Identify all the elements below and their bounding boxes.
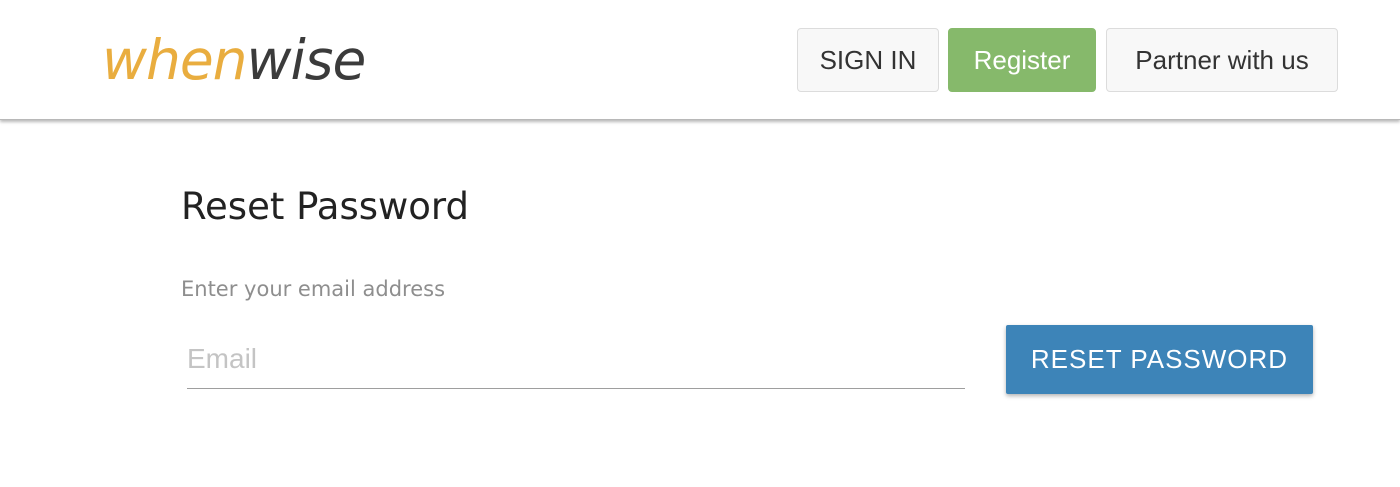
email-input[interactable] [187, 330, 965, 389]
top-navbar: whenwise SIGN IN Register Partner with u… [0, 0, 1400, 120]
logo-when-text: when [102, 28, 248, 92]
register-button[interactable]: Register [948, 28, 1096, 92]
page-title: Reset Password [181, 185, 469, 228]
reset-password-button[interactable]: RESET PASSWORD [1006, 325, 1313, 394]
whenwise-logo[interactable]: whenwise [102, 28, 367, 92]
sign-in-button[interactable]: SIGN IN [797, 28, 939, 92]
logo-wise-text: wise [246, 28, 367, 92]
email-field-label: Enter your email address [181, 277, 446, 301]
partner-with-us-button[interactable]: Partner with us [1106, 28, 1338, 92]
